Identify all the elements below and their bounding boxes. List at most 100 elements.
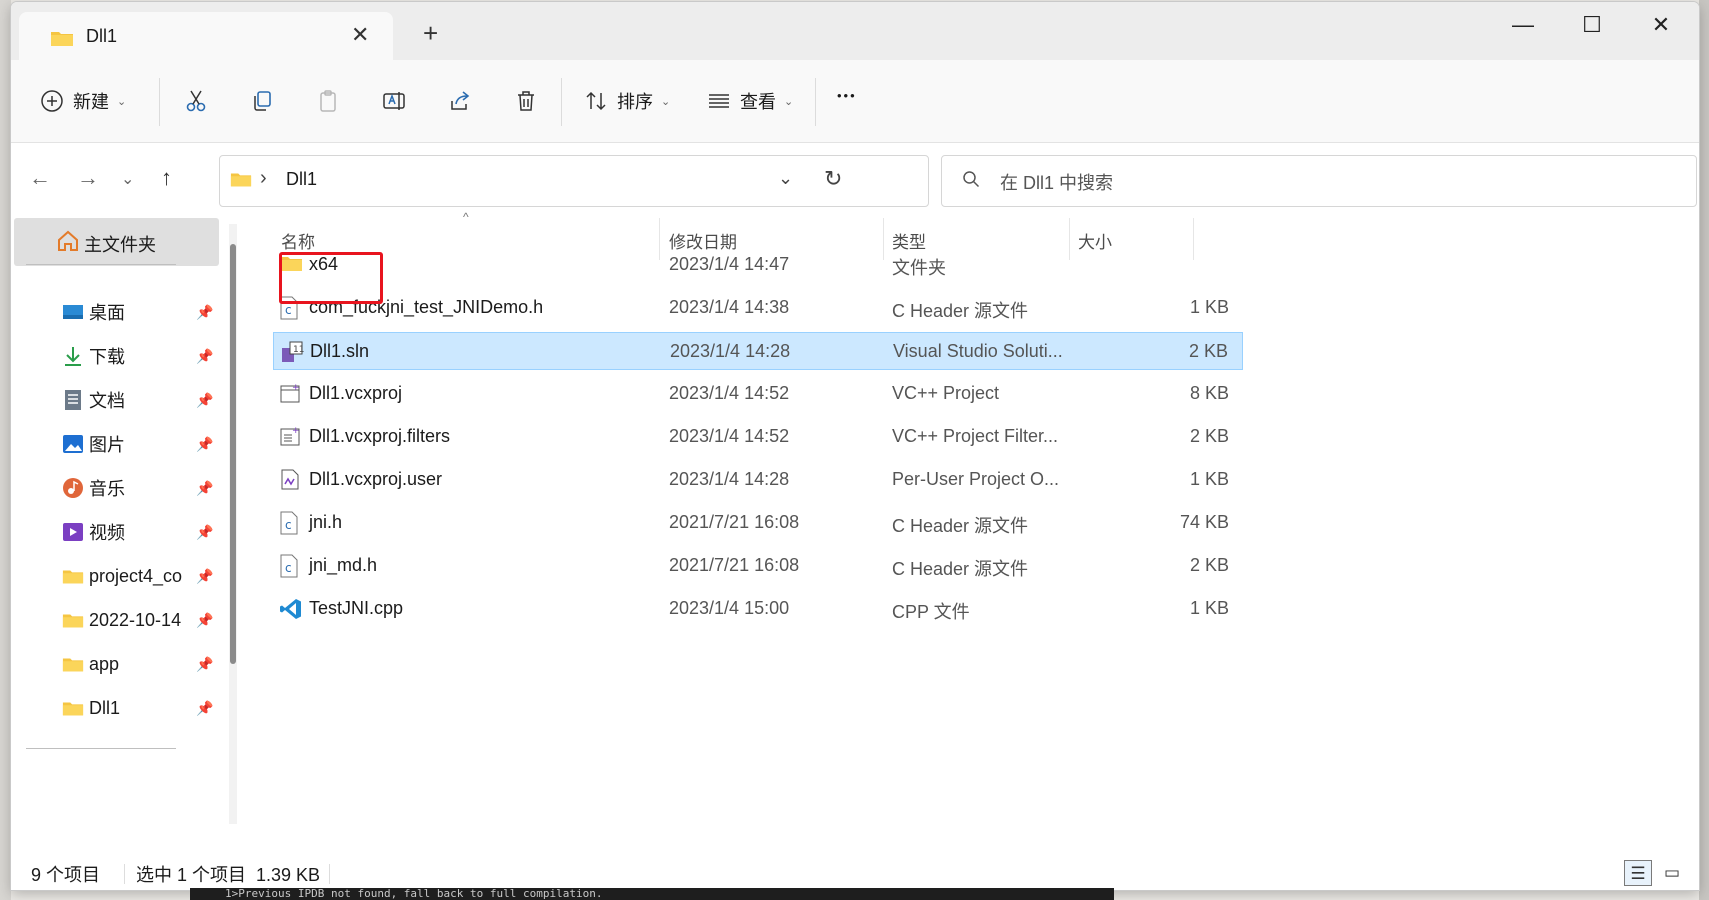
up-arrow-icon[interactable]: ↑ bbox=[161, 165, 172, 191]
background-left-strip bbox=[0, 0, 11, 900]
close-window-button[interactable]: ✕ bbox=[1636, 12, 1686, 38]
file-size: 2 KB bbox=[1189, 555, 1229, 575]
desktop-icon bbox=[61, 301, 85, 323]
recent-chevron-icon[interactable]: ⌄ bbox=[121, 169, 134, 189]
file-name: TestJNI.cpp bbox=[309, 598, 404, 618]
pin-icon[interactable]: 📌 bbox=[196, 568, 213, 585]
details-view-icon[interactable]: ☰ bbox=[1624, 860, 1652, 886]
folder-icon bbox=[230, 170, 252, 193]
pin-icon[interactable]: 📌 bbox=[196, 304, 213, 321]
navigation-pane: 主文件夹 桌面 下载 文档 图片 音乐 视频 project4_co 2022-… bbox=[11, 216, 241, 856]
table-row[interactable]: + Dll1.vcxproj 2023/1/4 14:52 VC++ Proje… bbox=[273, 375, 1243, 413]
refresh-icon[interactable]: ↻ bbox=[824, 166, 842, 192]
pin-icon[interactable]: 📌 bbox=[196, 524, 213, 541]
tiles-view-icon[interactable]: ▭ bbox=[1658, 860, 1686, 886]
copy-button[interactable] bbox=[249, 88, 275, 114]
maximize-button[interactable]: ☐ bbox=[1567, 12, 1617, 38]
table-row[interactable]: + Dll1.vcxproj.filters 2023/1/4 14:52 VC… bbox=[273, 418, 1243, 456]
chevron-down-icon[interactable]: ⌄ bbox=[778, 168, 793, 189]
address-path[interactable]: Dll1 bbox=[286, 169, 317, 190]
new-label: 新建 bbox=[73, 92, 109, 112]
sidebar-item-label: Dll1 bbox=[89, 697, 121, 718]
share-icon bbox=[447, 88, 473, 114]
video-icon bbox=[61, 521, 85, 543]
file-size: 2 KB bbox=[1189, 426, 1229, 446]
new-button[interactable]: 新建 ⌄ bbox=[39, 88, 126, 114]
separator bbox=[815, 78, 816, 126]
new-tab-button[interactable]: + bbox=[423, 18, 438, 49]
tab-dll1[interactable]: Dll1 ✕ bbox=[19, 12, 393, 60]
pin-icon[interactable]: 📌 bbox=[196, 700, 213, 717]
rename-button[interactable] bbox=[381, 88, 407, 114]
table-row[interactable]: c jni_md.h 2021/7/21 16:08 C Header 源文件 … bbox=[273, 547, 1243, 585]
sidebar-item-label: 视频 bbox=[89, 523, 125, 543]
tab-title: Dll1 bbox=[86, 26, 118, 46]
vscode-icon bbox=[279, 597, 303, 621]
file-date: 2023/1/4 14:38 bbox=[669, 297, 790, 317]
search-box[interactable]: 在 Dll1 中搜索 bbox=[941, 155, 1697, 207]
search-icon bbox=[962, 170, 980, 193]
sort-icon bbox=[583, 88, 609, 114]
pin-icon[interactable]: 📌 bbox=[196, 612, 213, 629]
file-type: VC++ Project bbox=[892, 383, 1000, 403]
more-options-button[interactable]: ••• bbox=[837, 88, 857, 103]
search-input[interactable]: 在 Dll1 中搜索 bbox=[1000, 169, 1113, 195]
file-list: ^ 名称 修改日期 类型 大小 x64 2023/1/4 14:47 文件夹 c… bbox=[251, 210, 1691, 856]
chevron-down-icon: ⌄ bbox=[661, 95, 671, 108]
cut-button[interactable] bbox=[183, 88, 209, 114]
command-bar: 新建 ⌄ 排序 ⌄ 查看 ⌄ ••• bbox=[11, 60, 1699, 143]
file-name: Dll1.vcxproj bbox=[309, 383, 403, 403]
table-row[interactable]: x64 2023/1/4 14:47 文件夹 bbox=[273, 246, 1243, 284]
file-date: 2023/1/4 15:00 bbox=[669, 598, 790, 618]
file-type: C Header 源文件 bbox=[892, 301, 1029, 321]
table-row[interactable]: c jni.h 2021/7/21 16:08 C Header 源文件 74 … bbox=[273, 504, 1243, 542]
address-bar[interactable]: › Dll1 ⌄ ↻ bbox=[219, 155, 929, 207]
item-count: 9 个项目 bbox=[31, 865, 101, 885]
table-row[interactable]: Dll1.vcxproj.user 2023/1/4 14:28 Per-Use… bbox=[273, 461, 1243, 499]
sidebar-item-2022-10-14[interactable]: 2022-10-14 bbox=[61, 602, 193, 638]
address-row: ← → ⌄ ↑ › Dll1 ⌄ ↻ 在 Dll1 中搜索 bbox=[11, 143, 1699, 215]
sidebar-item-home[interactable]: 主文件夹 bbox=[14, 218, 219, 266]
rename-icon bbox=[381, 88, 407, 114]
sort-button[interactable]: 排序 ⌄ bbox=[583, 88, 670, 114]
background-console: 1>Previous IPDB not found, fall back to … bbox=[190, 888, 1114, 900]
delete-button[interactable] bbox=[513, 88, 539, 114]
view-button[interactable]: 查看 ⌄ bbox=[706, 88, 793, 114]
vs-solution-icon: 11 bbox=[280, 340, 304, 364]
pin-icon[interactable]: 📌 bbox=[196, 436, 213, 453]
sidebar-item-label: 音乐 bbox=[89, 479, 125, 499]
forward-arrow-icon[interactable]: → bbox=[77, 165, 99, 191]
back-arrow-icon[interactable]: ← bbox=[29, 165, 51, 191]
sidebar-item-label: 下载 bbox=[89, 347, 125, 367]
highlight-annotation bbox=[279, 252, 383, 304]
table-row-selected[interactable]: 11 Dll1.sln 2023/1/4 14:28 Visual Studio… bbox=[273, 332, 1243, 370]
folder-icon bbox=[61, 609, 85, 631]
close-tab-icon[interactable]: ✕ bbox=[351, 22, 369, 48]
pin-icon[interactable]: 📌 bbox=[196, 348, 213, 365]
minimize-button[interactable]: — bbox=[1498, 12, 1548, 38]
pin-icon[interactable]: 📌 bbox=[196, 480, 213, 497]
sidebar-scrollbar-thumb[interactable] bbox=[230, 244, 236, 664]
share-button[interactable] bbox=[447, 88, 473, 114]
sidebar-item-label: 主文件夹 bbox=[84, 235, 156, 255]
file-date: 2023/1/4 14:52 bbox=[669, 383, 790, 403]
file-type: VC++ Project Filter... bbox=[892, 426, 1059, 446]
file-type: 文件夹 bbox=[892, 258, 946, 278]
sidebar-item-project4[interactable]: project4_co bbox=[61, 558, 189, 594]
paste-button[interactable] bbox=[315, 88, 341, 114]
sidebar-item-label: 桌面 bbox=[89, 303, 125, 323]
view-label: 查看 bbox=[740, 92, 776, 112]
table-row[interactable]: TestJNI.cpp 2023/1/4 15:00 CPP 文件 1 KB bbox=[273, 590, 1243, 628]
file-name: jni_md.h bbox=[309, 555, 378, 575]
file-size: 1 KB bbox=[1189, 469, 1229, 489]
sidebar-item-label: app bbox=[89, 653, 120, 674]
file-name: Dll1.sln bbox=[310, 341, 370, 361]
sort-label: 排序 bbox=[617, 92, 653, 112]
pin-icon[interactable]: 📌 bbox=[196, 392, 213, 409]
chevron-down-icon: ⌄ bbox=[784, 95, 794, 108]
svg-text:11: 11 bbox=[293, 345, 304, 355]
user-project-icon bbox=[279, 468, 303, 492]
pin-icon[interactable]: 📌 bbox=[196, 656, 213, 673]
table-row[interactable]: c com_fuckjni_test_JNIDemo.h 2023/1/4 14… bbox=[273, 289, 1243, 327]
view-lines-icon bbox=[706, 88, 732, 114]
